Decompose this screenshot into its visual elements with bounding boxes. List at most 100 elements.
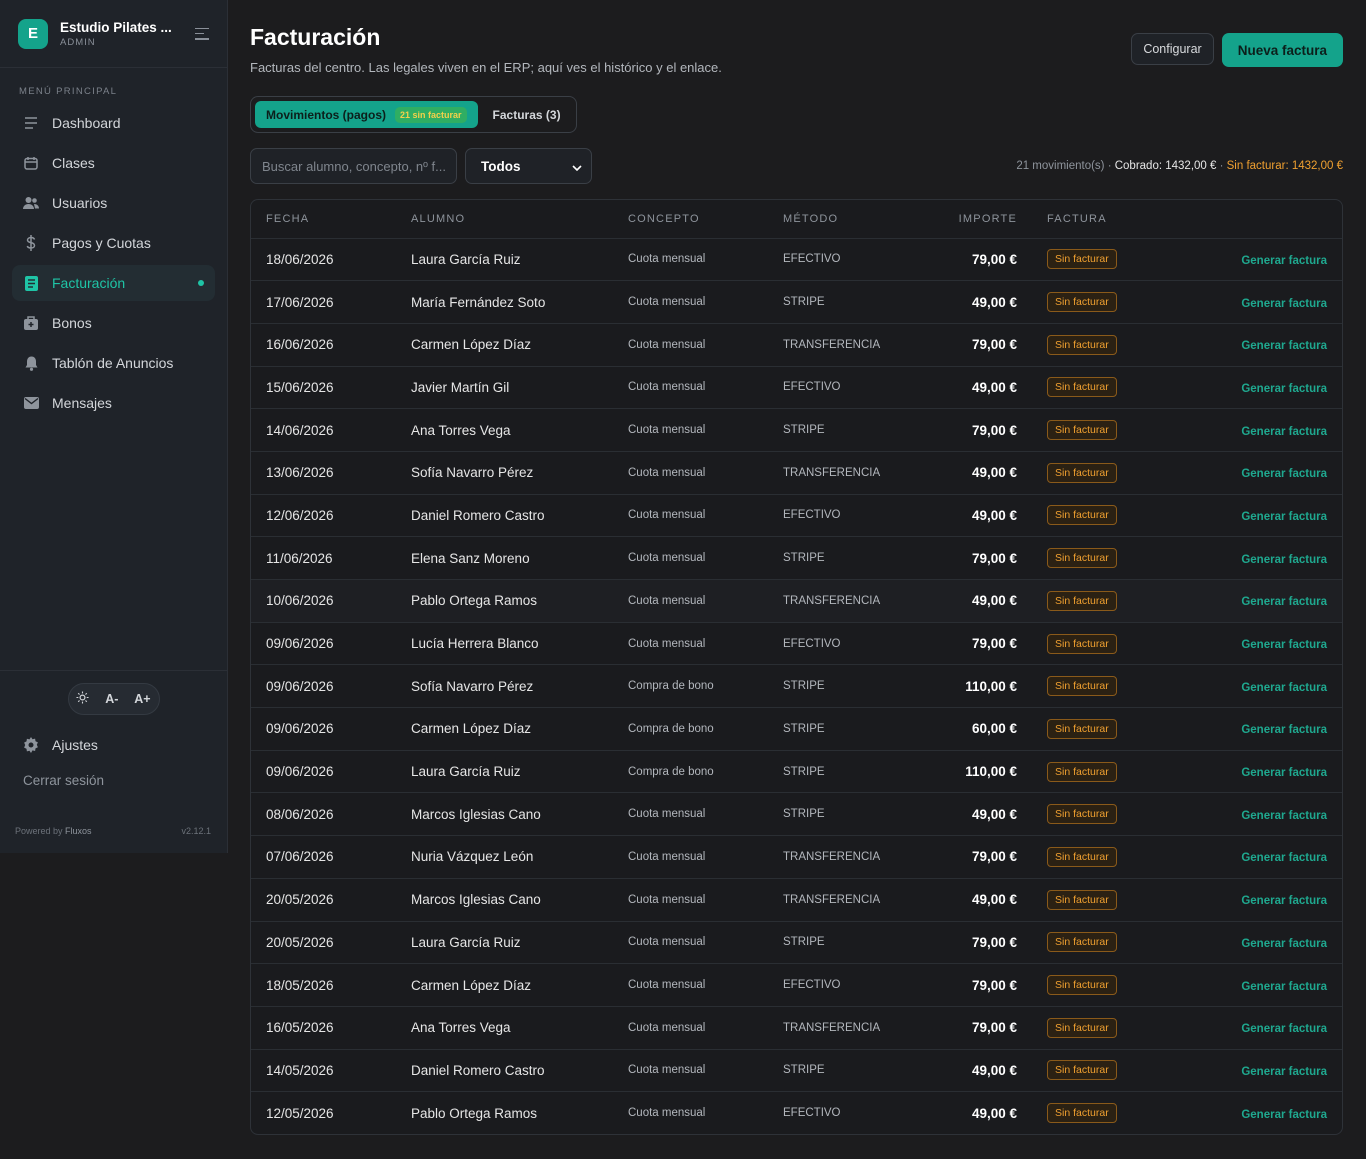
cell-amount: 79,00 € bbox=[918, 835, 1032, 879]
generate-invoice-link[interactable]: Generar factura bbox=[1241, 724, 1327, 736]
table-row[interactable]: 12/05/2026 Pablo Ortega Ramos Cuota mensua… bbox=[251, 1091, 1342, 1135]
search-input[interactable] bbox=[250, 148, 457, 184]
cell-date: 14/05/2026 bbox=[251, 1048, 396, 1092]
sidebar-item-clases[interactable]: Clases bbox=[12, 145, 215, 181]
cell-action: Generar factura bbox=[1182, 1091, 1342, 1135]
table-row[interactable]: 17/06/2026 María Fernández Soto Cuota mens… bbox=[251, 280, 1342, 324]
sidebar-item-usuarios[interactable]: Usuarios bbox=[12, 185, 215, 221]
generate-invoice-link[interactable]: Generar factura bbox=[1241, 938, 1327, 950]
cell-action: Generar factura bbox=[1182, 493, 1342, 537]
powered-brand[interactable]: Fluxos bbox=[65, 826, 92, 836]
cell-student: Sofía Navarro Pérez bbox=[396, 450, 613, 495]
generate-invoice-link[interactable]: Generar factura bbox=[1241, 1023, 1327, 1035]
status-badge: Sin facturar bbox=[1047, 548, 1117, 569]
table-row[interactable]: 16/05/2026 Ana Torres Vega Cuota mensual TR… bbox=[251, 1005, 1342, 1050]
table-row[interactable]: 18/06/2026 Laura García Ruiz Cuota mensual… bbox=[251, 237, 1342, 281]
generate-invoice-link[interactable]: Generar factura bbox=[1241, 682, 1327, 694]
cell-action: Generar factura bbox=[1182, 749, 1342, 793]
generate-invoice-link[interactable]: Generar factura bbox=[1241, 981, 1327, 993]
cell-invoice-status: Sin facturar bbox=[1032, 792, 1182, 836]
logout-link[interactable]: Cerrar sesión bbox=[23, 773, 227, 788]
table-row[interactable]: 09/06/2026 Sofía Navarro Pérez Compra de b… bbox=[251, 664, 1342, 708]
font-decrease-button[interactable]: A- bbox=[105, 692, 118, 706]
table-row[interactable]: 11/06/2026 Elena Sanz Moreno Cuota mensual… bbox=[251, 536, 1342, 580]
generate-invoice-link[interactable]: Generar factura bbox=[1241, 255, 1327, 267]
table-row[interactable]: 20/05/2026 Marcos Iglesias Cano Cuota mens… bbox=[251, 877, 1342, 921]
generate-invoice-link[interactable]: Generar factura bbox=[1241, 383, 1327, 395]
cell-action: Generar factura bbox=[1182, 579, 1342, 623]
generate-invoice-link[interactable]: Generar factura bbox=[1241, 426, 1327, 438]
cell-concept: Cuota mensual bbox=[613, 835, 768, 879]
cell-invoice-status: Sin facturar bbox=[1032, 835, 1182, 879]
table-row[interactable]: 08/06/2026 Marcos Iglesias Cano Cuota mens… bbox=[251, 792, 1342, 836]
cell-invoice-status: Sin facturar bbox=[1032, 920, 1182, 964]
generate-invoice-link[interactable]: Generar factura bbox=[1241, 1066, 1327, 1078]
generate-invoice-link[interactable]: Generar factura bbox=[1241, 596, 1327, 608]
generate-invoice-link[interactable]: Generar factura bbox=[1241, 852, 1327, 864]
sidebar-footer: A- A+ Ajustes Cerrar sesión Powered by F… bbox=[0, 670, 227, 836]
cell-date: 12/05/2026 bbox=[251, 1091, 396, 1135]
configure-button[interactable]: Configurar bbox=[1131, 33, 1214, 65]
sidebar-item-label: Dashboard bbox=[52, 115, 121, 131]
col-factura[interactable]: FACTURA bbox=[1032, 200, 1182, 238]
generate-invoice-link[interactable]: Generar factura bbox=[1241, 554, 1327, 566]
table-row[interactable]: 12/06/2026 Daniel Romero Castro Cuota mens… bbox=[251, 493, 1342, 537]
table-row[interactable]: 09/06/2026 Carmen López Díaz Compra de bon… bbox=[251, 707, 1342, 751]
generate-invoice-link[interactable]: Generar factura bbox=[1241, 511, 1327, 523]
table-row[interactable]: 16/06/2026 Carmen López Díaz Cuota mensual… bbox=[251, 322, 1342, 367]
col-metodo[interactable]: MÉTODO bbox=[768, 200, 918, 238]
cell-concept: Cuota mensual bbox=[613, 1005, 768, 1050]
table-row[interactable]: 09/06/2026 Laura García Ruiz Compra de bon… bbox=[251, 749, 1342, 793]
summary-collected: Cobrado: 1432,00 € bbox=[1114, 160, 1217, 172]
col-fecha[interactable]: FECHA bbox=[251, 200, 396, 238]
table-row[interactable]: 10/06/2026 Pablo Ortega Ramos Cuota mensua… bbox=[251, 579, 1342, 623]
cell-student: Marcos Iglesias Cano bbox=[396, 792, 613, 836]
col-importe[interactable]: IMPORTE bbox=[918, 200, 1032, 238]
collapse-sidebar-icon[interactable] bbox=[195, 27, 209, 40]
table-row[interactable]: 15/06/2026 Javier Martín Gil Cuota mensual… bbox=[251, 365, 1342, 409]
tab-invoices[interactable]: Facturas (3) bbox=[482, 101, 572, 128]
font-increase-button[interactable]: A+ bbox=[134, 692, 150, 706]
table-row[interactable]: 13/06/2026 Sofía Navarro Pérez Cuota mensu… bbox=[251, 450, 1342, 495]
generate-invoice-link[interactable]: Generar factura bbox=[1241, 639, 1327, 651]
cell-concept: Cuota mensual bbox=[613, 536, 768, 580]
generate-invoice-link[interactable]: Generar factura bbox=[1241, 340, 1327, 352]
sidebar-item-pagos[interactable]: Pagos y Cuotas bbox=[12, 225, 215, 261]
table-row[interactable]: 20/05/2026 Laura García Ruiz Cuota mensual… bbox=[251, 920, 1342, 964]
generate-invoice-link[interactable]: Generar factura bbox=[1241, 767, 1327, 779]
filter-select[interactable]: Todos bbox=[465, 148, 592, 184]
tab-movements[interactable]: Movimientos (pagos) 21 sin facturar bbox=[255, 101, 478, 128]
table-row[interactable]: 07/06/2026 Nuria Vázquez León Cuota mensua… bbox=[251, 835, 1342, 879]
sidebar-item-dashboard[interactable]: Dashboard bbox=[12, 105, 215, 141]
table-row[interactable]: 14/05/2026 Daniel Romero Castro Cuota mens… bbox=[251, 1048, 1342, 1092]
col-alumno[interactable]: ALUMNO bbox=[396, 200, 613, 238]
generate-invoice-link[interactable]: Generar factura bbox=[1241, 810, 1327, 822]
cell-concept: Cuota mensual bbox=[613, 877, 768, 921]
sidebar-item-tablon[interactable]: Tablón de Anuncios bbox=[12, 345, 215, 381]
generate-invoice-link[interactable]: Generar factura bbox=[1241, 468, 1327, 480]
sidebar-item-mensajes[interactable]: Mensajes bbox=[12, 385, 215, 421]
theme-toggle-sun-icon[interactable] bbox=[76, 691, 89, 707]
cell-concept: Cuota mensual bbox=[613, 493, 768, 537]
cell-action: Generar factura bbox=[1182, 365, 1342, 409]
cell-concept: Cuota mensual bbox=[613, 621, 768, 665]
cell-action: Generar factura bbox=[1182, 835, 1342, 879]
new-invoice-button[interactable]: Nueva factura bbox=[1221, 33, 1343, 67]
cell-student: Laura García Ruiz bbox=[396, 920, 613, 964]
cell-amount: 110,00 € bbox=[918, 749, 1032, 793]
generate-invoice-link[interactable]: Generar factura bbox=[1241, 895, 1327, 907]
dashboard-icon bbox=[23, 115, 39, 131]
cell-invoice-status: Sin facturar bbox=[1032, 322, 1182, 367]
settings-link[interactable]: Ajustes bbox=[12, 727, 215, 763]
cell-action: Generar factura bbox=[1182, 963, 1342, 1007]
cell-amount: 49,00 € bbox=[918, 493, 1032, 537]
table-row[interactable]: 18/05/2026 Carmen López Díaz Cuota mensual… bbox=[251, 963, 1342, 1007]
sidebar-item-bonos[interactable]: Bonos bbox=[12, 305, 215, 341]
generate-invoice-link[interactable]: Generar factura bbox=[1241, 1109, 1327, 1121]
generate-invoice-link[interactable]: Generar factura bbox=[1241, 298, 1327, 310]
sidebar-item-facturacion[interactable]: Facturación bbox=[12, 265, 215, 301]
table-row[interactable]: 14/06/2026 Ana Torres Vega Cuota mensual ST… bbox=[251, 408, 1342, 452]
cell-student: Marcos Iglesias Cano bbox=[396, 877, 613, 921]
table-row[interactable]: 09/06/2026 Lucía Herrera Blanco Cuota mens… bbox=[251, 621, 1342, 665]
col-concepto[interactable]: CONCEPTO bbox=[613, 200, 768, 238]
